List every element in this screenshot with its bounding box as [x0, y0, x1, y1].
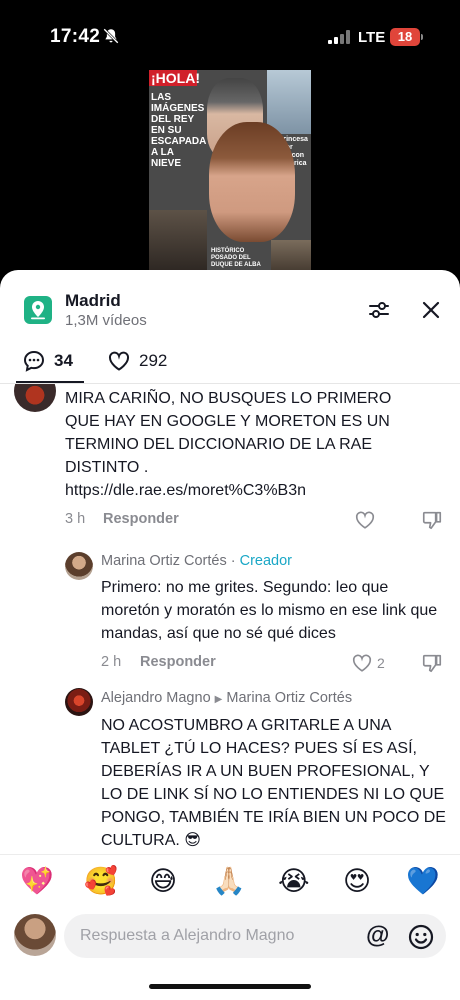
heart-outline-icon[interactable] [354, 509, 376, 531]
comment-text: NO ACOSTUMBRO A GRITARLE A UNA TABLET ¿T… [101, 717, 446, 849]
mention-icon[interactable]: @ [366, 922, 389, 950]
network-type: LTE [358, 29, 386, 46]
emoji-heart-eyes[interactable]: 😍 [343, 865, 371, 897]
emoji-quick-bar: 💖 🥰 😅 🙏🏻 😭 😍 💙 [0, 854, 460, 908]
battery-indicator: 18 [390, 28, 420, 46]
filter-icon[interactable] [368, 299, 390, 321]
close-icon[interactable] [421, 300, 441, 320]
emoji-blue-heart[interactable]: 💙 [406, 865, 440, 897]
emoji-smiling-hearts[interactable]: 🥰 [84, 865, 118, 897]
likes-count: 292 [139, 351, 168, 370]
magazine-bottom-text: Histórico posado del duque de Alba [211, 248, 261, 268]
comment-avatar[interactable] [14, 384, 56, 412]
comment-author[interactable]: Marina Ortiz Cortés · Creador [101, 553, 292, 569]
magazine-logo: ¡HOLA! [149, 70, 200, 86]
reply-arrow-icon: ▶ [214, 694, 223, 705]
comment-author[interactable]: Alejandro Magno ▶ Marina Ortiz Cortés [101, 690, 352, 706]
battery-tip [421, 34, 423, 40]
heart-outline-icon[interactable] [351, 652, 373, 674]
emoji-picker-icon[interactable] [408, 924, 434, 950]
home-indicator[interactable] [149, 984, 311, 989]
comment-text: Primero: no me grites. Segundo: leo que … [101, 579, 438, 642]
location-pin-icon [31, 301, 45, 320]
dislike-icon[interactable] [421, 509, 443, 531]
location-title[interactable]: Madrid [65, 291, 121, 311]
comment-bubble-icon [23, 350, 45, 372]
emoji-crying[interactable]: 😭 [278, 865, 310, 897]
tab-likes[interactable]: 292 [107, 347, 167, 375]
location-logo[interactable] [24, 296, 52, 324]
reply-button[interactable]: Responder [103, 511, 179, 527]
comments-count: 34 [54, 351, 73, 370]
dislike-icon[interactable] [421, 652, 443, 674]
comment-time: 2 h [101, 654, 122, 670]
comments-list[interactable]: MIRA CARIÑO, NO BUSQUES LO PRIMERO QUE H… [0, 384, 460, 854]
bell-muted-icon [103, 28, 119, 44]
comment-tabs: 34 292 [0, 342, 460, 384]
magazine-headline: Las imágenes del Rey en su escapada a la… [151, 92, 207, 169]
video-preview[interactable]: ¡HOLA! Las imágenes del Rey en su escapa… [149, 70, 311, 276]
creator-badge: Creador [239, 553, 292, 569]
reply-input[interactable] [80, 914, 360, 958]
reply-input-row: @ [0, 908, 460, 1000]
location-video-count: 1,3M vídeos [65, 312, 147, 329]
status-time: 17:42 [50, 26, 101, 47]
reply-button[interactable]: Responder [140, 654, 216, 670]
comment-like-count: 2 [377, 655, 385, 671]
reply-input-container[interactable]: @ [64, 914, 446, 958]
comment-text: MIRA CARIÑO, NO BUSQUES LO PRIMERO QUE H… [65, 390, 392, 499]
magazine-photo-queen [267, 70, 311, 134]
comment-time: 3 h [65, 511, 86, 527]
emoji-folded-hands[interactable]: 🙏🏻 [212, 865, 246, 897]
emoji-sweat-smile[interactable]: 😅 [149, 865, 177, 897]
tab-comments[interactable]: 34 [22, 347, 73, 375]
signal-icon [328, 30, 350, 44]
heart-outline-icon [109, 351, 129, 371]
comment-avatar[interactable] [65, 552, 93, 580]
creator-face [209, 122, 295, 242]
emoji-sparkling-heart[interactable]: 💖 [20, 865, 54, 897]
comments-sheet: Madrid 1,3M vídeos 34 292 MIRA CARIÑO, N… [0, 270, 460, 1000]
status-bar: 17:42 LTE 18 [0, 0, 460, 70]
reply-to-author[interactable]: Marina Ortiz Cortés [226, 690, 352, 706]
comment-avatar[interactable] [65, 688, 93, 716]
user-avatar[interactable] [14, 914, 56, 956]
magazine-photo-family [149, 210, 207, 276]
